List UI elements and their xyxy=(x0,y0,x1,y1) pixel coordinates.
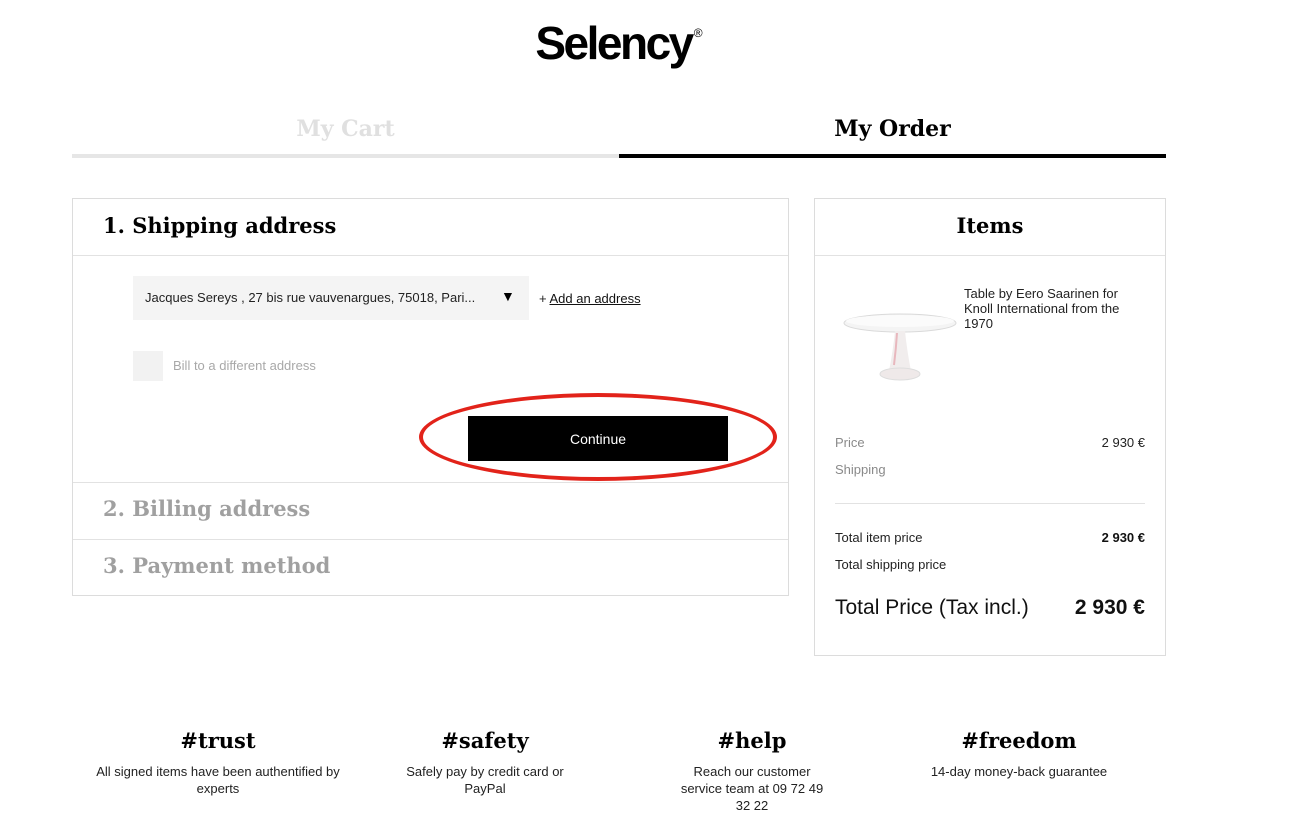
shipping-section-title: 1. Shipping address xyxy=(103,213,337,238)
logo-wordmark: Selency xyxy=(535,17,694,69)
total-price-value: 2 930 € xyxy=(1074,596,1145,619)
feature-safety-title: #safety xyxy=(441,728,529,753)
tab-my-cart[interactable]: My Cart xyxy=(72,116,619,146)
tab-indicator-cart xyxy=(72,154,619,158)
feature-trust: #trust All signed items have been authen… xyxy=(78,728,358,797)
product-image[interactable] xyxy=(843,311,961,389)
summary-divider xyxy=(835,503,1145,504)
items-header: Items xyxy=(815,199,1165,256)
total-price-label: Total Price (Tax incl.) xyxy=(835,596,1029,619)
feature-safety-text: Safely pay by credit card or PayPal xyxy=(406,764,564,796)
feature-trust-text: All signed items have been authentified … xyxy=(96,764,340,796)
product-name[interactable]: Table by Eero Saarinen for Knoll Interna… xyxy=(964,286,1149,331)
total-shipping-price-label: Total shipping price xyxy=(835,557,947,572)
caret-down-icon: ▼ xyxy=(501,288,515,304)
total-item-price-label: Total item price xyxy=(835,530,923,545)
highlight-ellipse-annotation xyxy=(419,393,777,481)
feature-help-text: Reach our customer service team at 09 72… xyxy=(680,764,824,813)
feature-safety: #safety Safely pay by credit card or Pay… xyxy=(345,728,625,797)
feature-help-title: #help xyxy=(717,728,787,753)
feature-freedom-text: 14-day money-back guarantee xyxy=(930,764,1108,779)
payment-section-title: 3. Payment method xyxy=(103,553,331,578)
billing-section-title: 2. Billing address xyxy=(103,496,311,521)
add-address-link-wrap: + Add an address xyxy=(539,291,641,306)
bill-different-address-label[interactable]: Bill to a different address xyxy=(173,358,316,373)
selency-logo[interactable]: Selency ® xyxy=(0,16,1238,70)
price-label: Price xyxy=(835,435,865,450)
bill-different-address-checkbox[interactable] xyxy=(133,351,163,381)
billing-section[interactable]: 2. Billing address xyxy=(73,482,788,539)
registered-mark-icon: ® xyxy=(693,26,703,40)
selected-address-text: Jacques Sereys , 27 bis rue vauvenargues… xyxy=(145,290,476,305)
shipping-section-header[interactable]: 1. Shipping address xyxy=(73,199,788,256)
items-title: Items xyxy=(956,213,1024,238)
checkout-panel: 1. Shipping address Jacques Sereys , 27 … xyxy=(72,198,789,596)
add-address-link[interactable]: Add an address xyxy=(550,291,641,306)
feature-trust-title: #trust xyxy=(180,728,256,753)
feature-help: #help Reach our customer service team at… xyxy=(612,728,892,814)
shipping-address-select[interactable]: Jacques Sereys , 27 bis rue vauvenargues… xyxy=(133,276,529,320)
payment-section[interactable]: 3. Payment method xyxy=(73,539,788,596)
order-summary-panel: Items Table by Eero Saarinen for Knoll I… xyxy=(814,198,1166,656)
feature-freedom: #freedom 14-day money-back guarantee xyxy=(879,728,1159,780)
total-item-price-value: 2 930 € xyxy=(1101,530,1145,545)
feature-freedom-title: #freedom xyxy=(961,728,1077,753)
tab-my-order[interactable]: My Order xyxy=(619,116,1166,146)
add-prefix: + xyxy=(539,291,547,306)
tab-indicator-order-active xyxy=(619,154,1166,158)
price-value: 2 930 € xyxy=(1101,435,1145,450)
shipping-label: Shipping xyxy=(835,462,886,477)
